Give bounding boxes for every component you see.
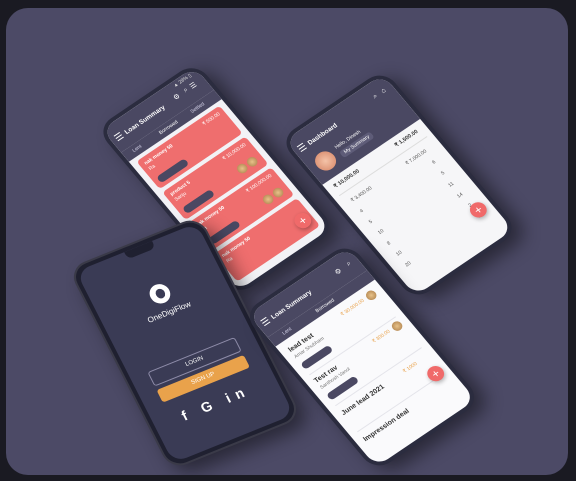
coin-icon	[389, 319, 405, 333]
google-icon[interactable]: G	[198, 395, 221, 416]
menu-icon[interactable]	[260, 316, 271, 327]
search-icon[interactable]: ⌕	[372, 93, 380, 101]
notch	[124, 240, 156, 260]
settings-icon[interactable]: ⚙	[172, 92, 182, 102]
menu-icon[interactable]	[296, 142, 308, 153]
tab-lent[interactable]: Lent	[131, 144, 143, 154]
brand-logo-icon	[146, 281, 174, 307]
item-amount: ₹ 1000	[401, 361, 419, 375]
search-icon[interactable]: ⌕	[345, 260, 353, 268]
coin-icon	[363, 288, 379, 302]
filter-icon[interactable]: ☰	[188, 81, 199, 91]
home-icon[interactable]: ⌂	[380, 87, 388, 95]
card-sub: Ra	[147, 163, 157, 172]
card-sub: Ra	[225, 256, 235, 265]
page-title: Dashboard	[306, 122, 340, 147]
tab-lent[interactable]: Lent	[281, 326, 293, 336]
item-amount: ₹ 30,000.00	[339, 298, 366, 318]
mockup-stage: ▲ 28% ▯ Loan Summary ⚙ ⌕ ☰ Lent Borrowed…	[6, 8, 568, 475]
card-amount: ₹ 500.00	[201, 111, 222, 128]
settings-icon[interactable]: ⚙	[333, 267, 344, 277]
search-icon[interactable]: ⌕	[182, 86, 190, 94]
card-amount: ₹ 10,000.00	[221, 142, 248, 162]
summary-col-right: ₹ 7,000.00 6 5 11 14 2 8	[402, 146, 485, 235]
facebook-icon[interactable]: f	[179, 405, 196, 423]
avatar	[310, 147, 341, 175]
tab-settled[interactable]: Settled	[189, 101, 206, 114]
menu-icon[interactable]	[113, 131, 124, 142]
linkedin-icon[interactable]: in	[222, 382, 252, 405]
